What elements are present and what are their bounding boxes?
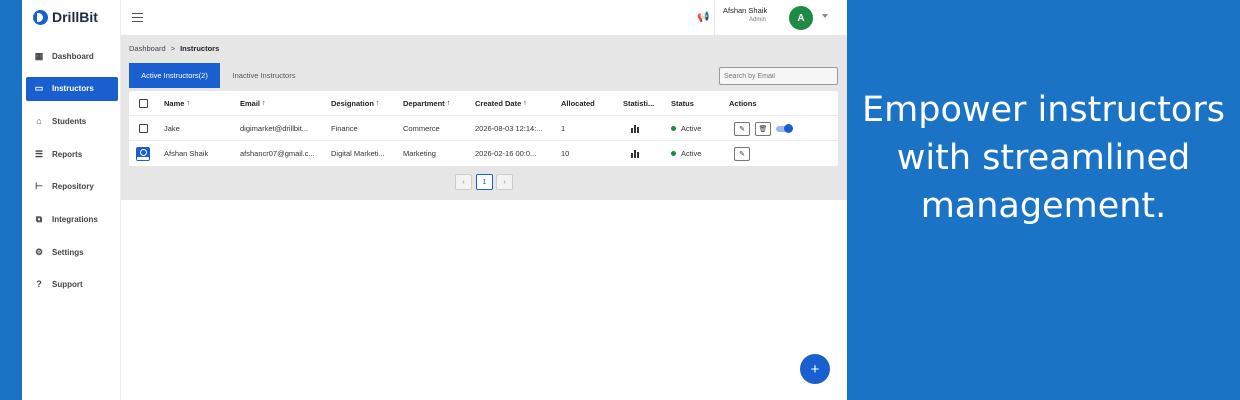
reports-icon: ☰ — [34, 148, 44, 159]
sidebar-item-repository[interactable]: ⊢ Repository — [26, 175, 118, 199]
avatar[interactable]: A — [789, 6, 813, 30]
sort-arrow-icon: ↑ — [446, 100, 451, 107]
cell-created-date: 2026-02-16 00:0... — [475, 149, 537, 158]
user-name: Afshan Shaik — [723, 6, 768, 15]
header-allocated: Allocated — [561, 99, 595, 108]
cell-name: Afshan Shaik — [164, 149, 209, 158]
header-created-date[interactable]: Created Date ↑ — [475, 91, 527, 116]
instructor-badge-icon — [136, 141, 150, 166]
brand-name: DrillBit — [52, 9, 98, 25]
header-status: Status — [671, 99, 694, 108]
header-designation[interactable]: Designation ↑ — [331, 91, 379, 116]
status-dot-icon — [671, 151, 676, 156]
settings-icon: ⚙ — [34, 246, 44, 257]
breadcrumb-separator: > — [170, 44, 176, 53]
main-content: Dashboard > Instructors Active Instructo… — [121, 36, 847, 200]
sidebar-nav: ▦ Dashboard ▭ Instructors ⌂ Students ☰ R… — [26, 44, 118, 306]
dashboard-icon: ▦ — [34, 50, 44, 61]
sidebar-item-dashboard[interactable]: ▦ Dashboard — [26, 44, 118, 68]
app-window: DrillBit ▦ Dashboard ▭ Instructors ⌂ Stu… — [22, 0, 847, 400]
statistics-icon[interactable] — [631, 141, 639, 166]
breadcrumb: Dashboard > Instructors — [129, 44, 219, 53]
header-actions: Actions — [729, 99, 757, 108]
chevron-down-icon[interactable] — [822, 14, 828, 18]
instructors-table: Name ↑ Email ↑ Designation ↑ Department ↑ Cr… — [129, 91, 838, 166]
sidebar-item-label: Reports — [52, 149, 83, 159]
pagination-next[interactable]: › — [496, 174, 513, 190]
header-name[interactable]: Name ↑ — [164, 91, 190, 116]
header-statistics: Statisti... — [623, 99, 655, 108]
sidebar-item-instructors[interactable]: ▭ Instructors — [26, 76, 118, 101]
support-icon: ? — [36, 279, 42, 290]
divider — [714, 0, 715, 36]
status-dot-icon — [671, 126, 676, 131]
sidebar-item-settings[interactable]: ⚙ Settings — [26, 240, 118, 264]
promo-line: with streamlined — [896, 138, 1191, 178]
sidebar-item-label: Repository — [52, 182, 94, 192]
sort-arrow-icon: ↑ — [375, 100, 380, 107]
sidebar-item-integrations[interactable]: ⧉ Integrations — [26, 207, 118, 231]
promo-line: management. — [920, 186, 1167, 226]
sidebar-item-label: Support — [52, 280, 83, 290]
status-badge: Active — [671, 116, 701, 141]
instructors-icon: ▭ — [34, 83, 44, 94]
cell-designation: Finance — [331, 124, 358, 133]
header-email[interactable]: Email ↑ — [240, 91, 266, 116]
sidebar-item-label: Settings — [52, 247, 84, 257]
sort-arrow-icon: ↑ — [186, 100, 190, 107]
sidebar-item-students[interactable]: ⌂ Students — [26, 109, 118, 133]
delete-icon[interactable]: 🗑 — [755, 121, 771, 136]
sidebar-item-label: Students — [52, 116, 87, 126]
sidebar: DrillBit ▦ Dashboard ▭ Instructors ⌂ Stu… — [22, 0, 121, 400]
row-actions: ✎ 🗑 — [734, 116, 793, 141]
select-all-checkbox[interactable] — [139, 91, 148, 116]
edit-icon[interactable]: ✎ — [734, 146, 750, 161]
megaphone-icon[interactable]: 📢 — [697, 12, 709, 23]
row-actions: ✎ — [734, 141, 755, 166]
cell-designation: Digital Marketi... — [331, 149, 385, 158]
students-icon: ⌂ — [36, 115, 42, 126]
sort-arrow-icon: ↑ — [262, 100, 266, 107]
integrations-icon: ⧉ — [35, 213, 43, 224]
sidebar-item-reports[interactable]: ☰ Reports — [26, 142, 118, 166]
topbar: 📢 Afshan Shaik Admin A — [121, 0, 847, 36]
cell-allocated: 10 — [561, 149, 570, 158]
tab-inactive-instructors[interactable]: Inactive Instructors — [224, 63, 304, 88]
sidebar-item-label: Dashboard — [52, 51, 94, 61]
cell-created-date: 2026-08-03 12:14:... — [475, 124, 543, 133]
logo[interactable]: DrillBit — [33, 9, 98, 25]
sidebar-item-support[interactable]: ? Support — [26, 273, 118, 297]
cell-email: afshancr07@gmail.c... — [240, 149, 315, 158]
repository-icon: ⊢ — [35, 181, 43, 192]
pagination-prev[interactable]: ‹ — [455, 174, 472, 190]
statistics-icon[interactable] — [631, 116, 639, 141]
cell-department: Marketing — [403, 149, 436, 158]
cell-email: digimarket@drillbit... — [240, 124, 309, 133]
breadcrumb-current: Instructors — [180, 44, 220, 53]
tab-active-instructors[interactable]: Active Instructors(2) — [129, 63, 220, 88]
add-instructor-button[interactable]: + — [800, 354, 830, 384]
cell-name: Jake — [164, 124, 180, 133]
pagination-page[interactable]: 1 — [476, 174, 493, 190]
active-toggle[interactable] — [776, 123, 793, 133]
row-checkbox[interactable] — [139, 116, 148, 141]
promo-text: Empower instructors with streamlined man… — [847, 86, 1240, 230]
edit-icon[interactable]: ✎ — [734, 121, 750, 136]
drillbit-logo-icon — [33, 9, 48, 25]
sort-arrow-icon: ↑ — [523, 100, 527, 107]
search-input[interactable] — [719, 67, 838, 85]
table-row: Jake digimarket@drillbit... Finance Comm… — [129, 116, 838, 141]
sidebar-item-label: Integrations — [52, 214, 98, 224]
promo-line: Empower instructors — [862, 90, 1225, 130]
table-header: Name ↑ Email ↑ Designation ↑ Department ↑ Cr… — [129, 91, 838, 116]
table-row: Afshan Shaik afshancr07@gmail.c... Digit… — [129, 141, 838, 166]
menu-icon[interactable] — [132, 13, 143, 22]
breadcrumb-dashboard[interactable]: Dashboard — [129, 44, 166, 53]
header-department[interactable]: Department ↑ — [403, 91, 450, 116]
sidebar-item-label: Instructors — [52, 84, 94, 94]
user-role: Admin — [749, 17, 767, 23]
cell-allocated: 1 — [561, 124, 566, 133]
status-badge: Active — [671, 141, 701, 166]
cell-department: Commerce — [403, 124, 440, 133]
